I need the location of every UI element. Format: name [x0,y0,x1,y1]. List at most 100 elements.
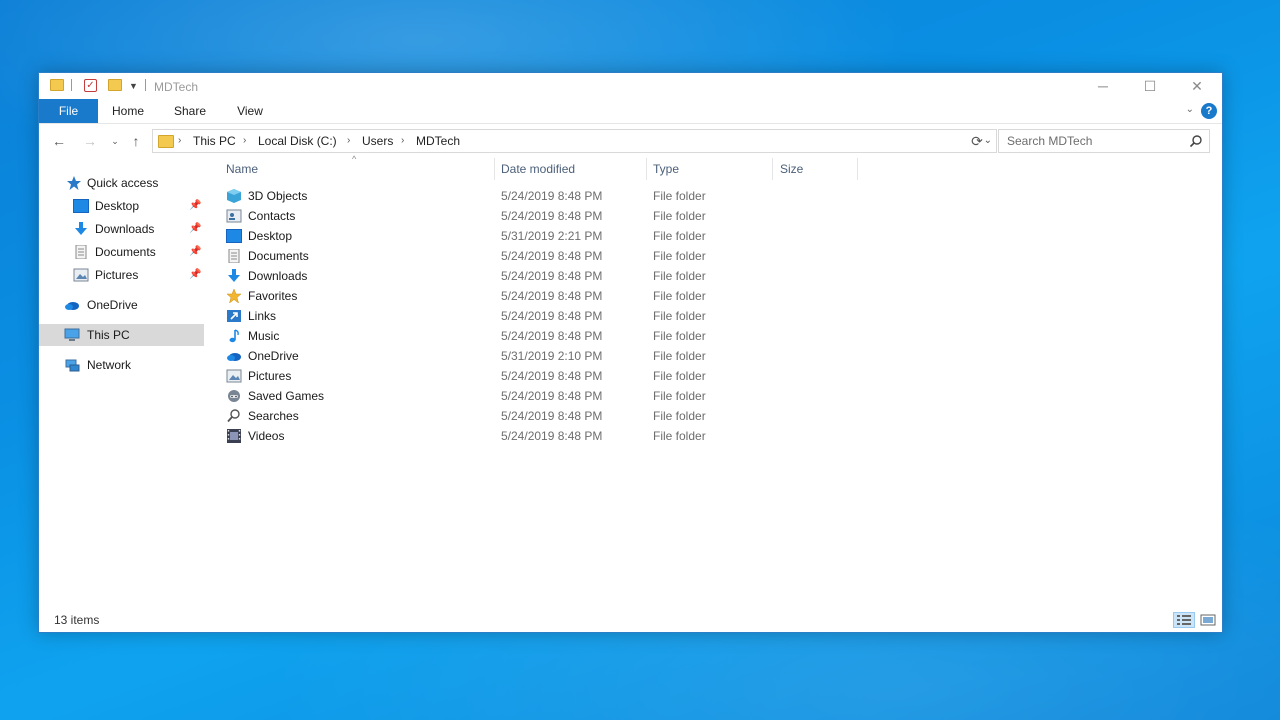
file-row[interactable]: Pictures 5/24/2019 8:48 PM File folder [224,366,1064,386]
documents-icon [75,245,87,259]
toolbar-divider [145,79,146,91]
help-icon[interactable]: ? [1201,103,1217,119]
file-date: 5/24/2019 8:48 PM [501,369,603,383]
forward-button[interactable]: → [80,131,100,151]
file-row[interactable]: Desktop 5/31/2019 2:21 PM File folder [224,226,1064,246]
file-row[interactable]: Links 5/24/2019 8:48 PM File folder [224,306,1064,326]
sidebar-item-this-pc[interactable]: This PC [39,324,204,346]
search-input[interactable]: Search MDTech [998,129,1210,153]
sidebar-item-network[interactable]: Network [39,354,204,376]
file-date: 5/24/2019 8:48 PM [501,309,603,323]
column-divider[interactable] [646,158,647,180]
file-type: File folder [653,409,706,423]
details-view-button[interactable] [1173,612,1195,628]
favorites-icon [226,289,242,303]
sidebar-item-quick-access[interactable]: Quick access [39,172,204,194]
tab-share[interactable]: Share [167,99,213,123]
file-date: 5/24/2019 8:48 PM [501,329,603,343]
properties-icon[interactable]: ✓ [84,79,97,92]
recent-locations-button[interactable]: ⌄ [105,131,125,151]
address-bar[interactable]: › This PC › Local Disk (C:) › Users › MD… [152,129,997,153]
sort-ascending-icon: ^ [352,154,357,164]
sidebar-item-pictures[interactable]: Pictures 📌 [39,264,204,286]
customize-toolbar-icon[interactable]: ▼ [129,79,138,93]
breadcrumb-separator[interactable]: › [178,130,181,152]
column-header-size[interactable]: Size [780,158,803,180]
file-name: Contacts [248,209,296,223]
column-divider[interactable] [772,158,773,180]
sidebar-item-label: Quick access [87,176,159,190]
search-icon[interactable] [1189,134,1203,148]
new-folder-icon[interactable] [108,79,122,91]
file-row[interactable]: Searches 5/24/2019 8:48 PM File folder [224,406,1064,426]
sidebar-item-documents[interactable]: Documents 📌 [39,241,204,263]
sidebar-item-label: Network [87,358,132,372]
file-list: ^ Name Date modified Type Size 3D Object… [214,154,1222,608]
file-row[interactable]: Documents 5/24/2019 8:48 PM File folder [224,246,1064,266]
file-name: Documents [248,249,309,263]
sidebar-item-downloads[interactable]: Downloads 📌 [39,218,204,240]
breadcrumb-separator[interactable]: › [347,130,350,152]
tab-home[interactable]: Home [105,99,151,123]
computer-icon [64,328,80,341]
onedrive-icon [227,353,241,361]
breadcrumb-separator[interactable]: › [243,130,246,152]
expand-ribbon-icon[interactable]: ⌄ [1186,104,1194,115]
file-row[interactable]: Videos 5/24/2019 8:48 PM File folder [224,426,1064,446]
navigation-bar: ← → ⌄ ↑ › This PC › Local Disk (C:) › Us… [39,124,1222,158]
breadcrumb-local-disk[interactable]: Local Disk (C:) [258,130,337,152]
close-button[interactable]: ✕ [1174,73,1220,99]
file-date: 5/31/2019 2:21 PM [501,229,603,243]
refresh-button[interactable]: ⟳ [966,129,988,153]
file-date: 5/24/2019 8:48 PM [501,209,603,223]
large-icons-view-icon [1200,614,1216,626]
file-type: File folder [653,329,706,343]
folder-icon[interactable] [50,79,64,91]
sidebar-item-label: Downloads [95,222,155,236]
sidebar-item-onedrive[interactable]: OneDrive [39,294,204,316]
column-header-name[interactable]: Name [226,158,258,180]
sidebar-item-desktop[interactable]: Desktop 📌 [39,195,204,217]
pictures-icon [73,268,89,282]
file-name: Videos [248,429,285,443]
up-button[interactable]: ↑ [126,131,146,151]
breadcrumb-this-pc[interactable]: This PC [193,130,236,152]
file-row[interactable]: OneDrive 5/31/2019 2:10 PM File folder [224,346,1064,366]
file-row[interactable]: 3D Objects 5/24/2019 8:48 PM File folder [224,186,1064,206]
file-row[interactable]: Favorites 5/24/2019 8:48 PM File folder [224,286,1064,306]
saved-games-icon [228,390,240,402]
breadcrumb-separator[interactable]: › [401,130,404,152]
column-header-type[interactable]: Type [653,158,679,180]
tab-file[interactable]: File [39,99,98,123]
breadcrumb-users[interactable]: Users [362,130,393,152]
sidebar-item-label: Pictures [95,268,139,282]
pin-icon[interactable]: 📌 [189,241,201,263]
pin-icon[interactable]: 📌 [189,218,201,240]
ribbon-tabs: File Home Share View ⌄ ? [39,99,1222,124]
pin-icon[interactable]: 📌 [189,264,201,286]
file-row[interactable]: Saved Games 5/24/2019 8:48 PM File folde… [224,386,1064,406]
back-button[interactable]: ← [49,131,69,151]
contacts-icon [226,209,242,223]
minimize-button[interactable]: ─ [1080,73,1126,99]
file-name: Downloads [248,269,308,283]
file-row[interactable]: Music 5/24/2019 8:48 PM File folder [224,326,1064,346]
file-type: File folder [653,229,706,243]
file-row[interactable]: Downloads 5/24/2019 8:48 PM File folder [224,266,1064,286]
file-name: Favorites [248,289,298,303]
file-row[interactable]: Contacts 5/24/2019 8:48 PM File folder [224,206,1064,226]
file-type: File folder [653,189,706,203]
pin-icon[interactable]: 📌 [189,195,201,217]
column-header-date[interactable]: Date modified [501,158,575,180]
column-divider[interactable] [494,158,495,180]
file-type: File folder [653,209,706,223]
window-title: MDTech [154,80,199,94]
file-type: File folder [653,389,706,403]
large-icons-view-button[interactable] [1197,612,1219,628]
column-divider[interactable] [857,158,858,180]
maximize-button[interactable]: ☐ [1127,73,1173,99]
tab-view[interactable]: View [227,99,273,123]
file-name: Saved Games [248,389,325,403]
breadcrumb-mdtech[interactable]: MDTech [416,130,460,152]
file-date: 5/24/2019 8:48 PM [501,409,603,423]
